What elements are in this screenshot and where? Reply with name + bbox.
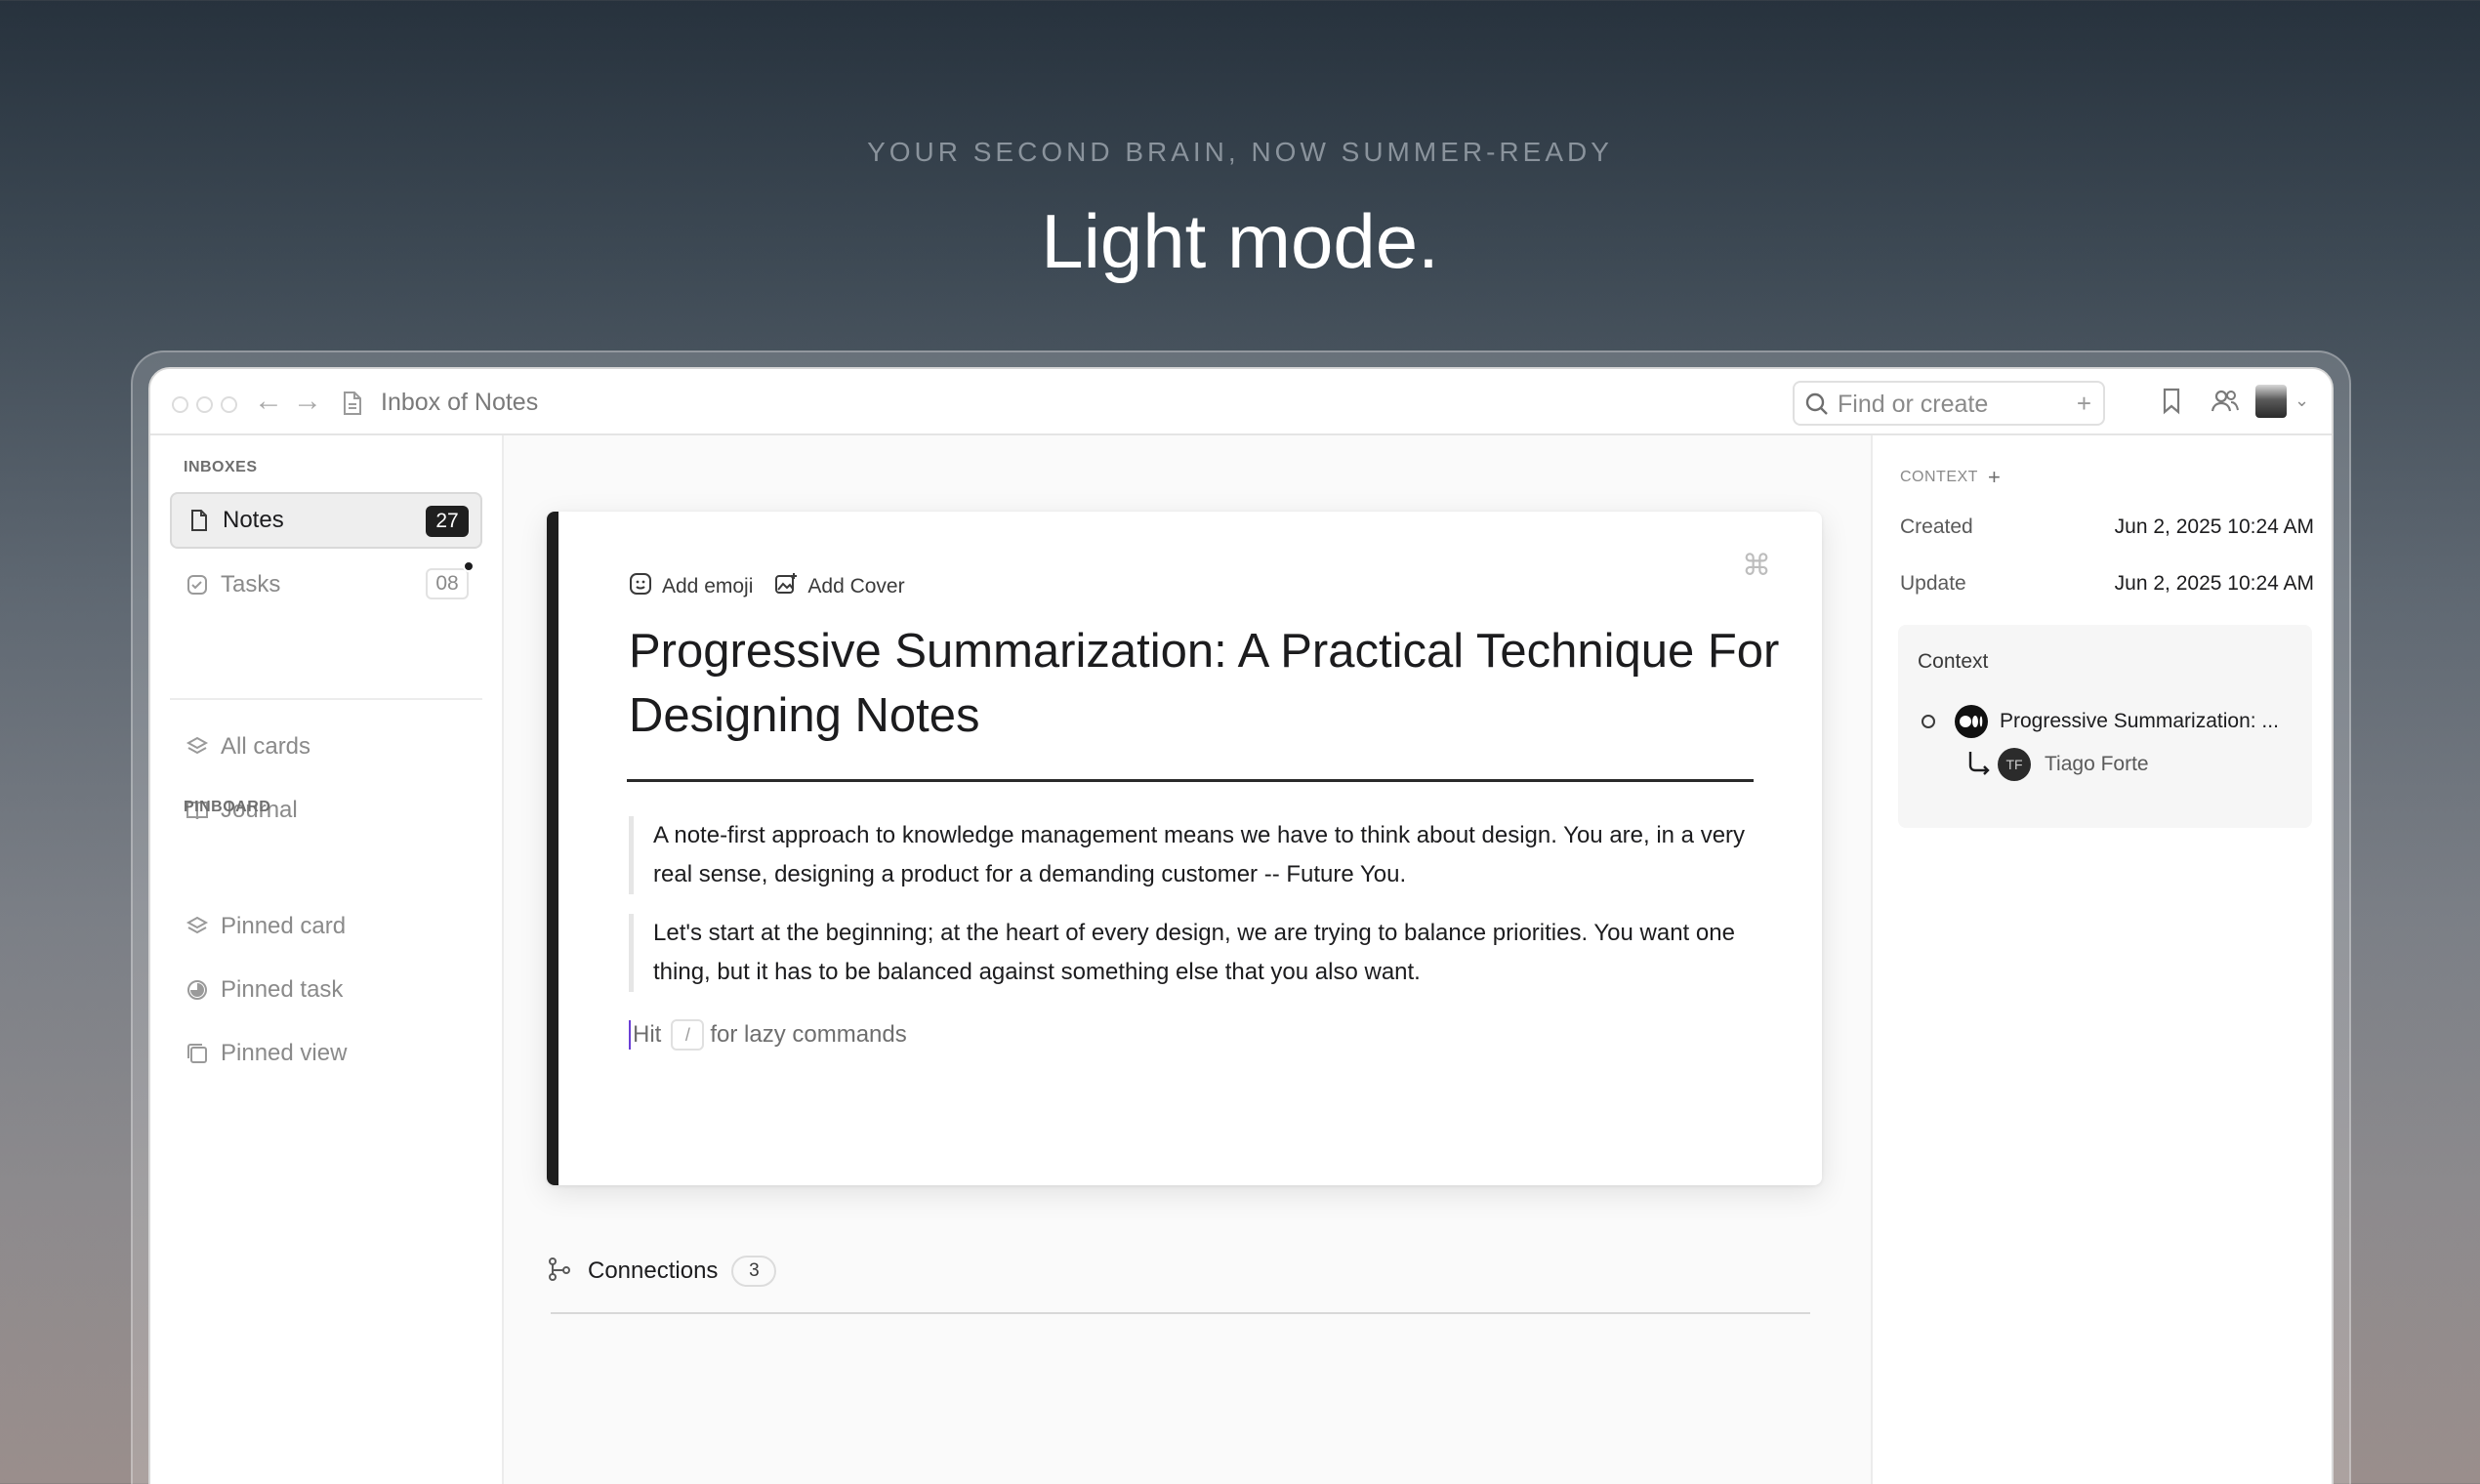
search-input[interactable] [1838, 389, 2062, 420]
inboxes-label: INBOXES [184, 459, 258, 475]
app-window: ← → Inbox of Notes + ⌄ INBOXES Note [148, 367, 2334, 1484]
slash-key: / [671, 1019, 705, 1051]
add-emoji-button[interactable]: Add emoji [629, 572, 753, 601]
sidebar-item-label: Pinned task [221, 976, 344, 1003]
context-item-author[interactable]: TF Tiago Forte [1966, 748, 2149, 781]
note-toolbar: Add emoji Add Cover [629, 572, 905, 601]
connections-header[interactable]: Connections 3 [547, 1256, 777, 1287]
sidebar-item-pinned-view[interactable]: Pinned view [170, 1025, 482, 1082]
text-cursor [629, 1020, 631, 1050]
sidebar-divider [170, 698, 482, 700]
close-window-button[interactable] [172, 396, 188, 413]
window-controls [172, 396, 237, 413]
note-card: Add emoji Add Cover ⌘ Progressive Summar… [547, 512, 1822, 1185]
sidebar-item-label: Tasks [221, 571, 281, 598]
tasks-count-badge: 08 [426, 568, 469, 599]
title-divider [627, 779, 1754, 782]
medium-logo-icon [1955, 705, 1988, 738]
progress-circle-icon [186, 978, 209, 1002]
add-emoji-label: Add emoji [662, 575, 754, 598]
hero-eyebrow: YOUR SECOND BRAIN, NOW SUMMER-READY [867, 137, 1613, 167]
editor-hint[interactable]: Hit / for lazy commands [629, 1019, 907, 1051]
sidebar-item-pinned-card[interactable]: Pinned card [170, 898, 482, 955]
context-item-label: Tiago Forte [2045, 753, 2149, 775]
copy-view-icon [186, 1042, 209, 1065]
minimize-window-button[interactable] [196, 396, 213, 413]
connections-divider [551, 1312, 1810, 1314]
sidebar-item-label: Pinned view [221, 1040, 348, 1066]
chevron-down-icon[interactable]: ⌄ [2294, 391, 2309, 411]
tree-branch-icon [1966, 750, 1990, 780]
maximize-window-button[interactable] [221, 396, 237, 413]
command-icon[interactable]: ⌘ [1742, 549, 1771, 583]
note-title[interactable]: Progressive Summarization: A Practical T… [629, 619, 1781, 748]
unread-dot [463, 560, 475, 572]
note-quote-1[interactable]: A note-first approach to knowledge manag… [629, 816, 1752, 894]
user-avatar[interactable] [2255, 385, 2287, 418]
update-value: Jun 2, 2025 10:24 AM [2114, 572, 2314, 595]
title-bar: ← → Inbox of Notes + ⌄ [150, 369, 2332, 435]
check-circle-icon [186, 573, 209, 597]
created-value: Jun 2, 2025 10:24 AM [2114, 515, 2314, 538]
smiley-icon [629, 572, 652, 601]
document-icon [187, 509, 211, 532]
breadcrumb[interactable]: Inbox of Notes [381, 389, 538, 417]
sidebar-item-label: All cards [221, 733, 311, 760]
context-item-article[interactable]: Progressive Summarization: ... [1922, 705, 2279, 738]
update-label: Update [1900, 572, 1966, 595]
sidebar-item-tasks[interactable]: Tasks 08 [170, 556, 482, 613]
main-content: Add emoji Add Cover ⌘ Progressive Summar… [504, 435, 1871, 1484]
forward-arrow-icon[interactable]: → [293, 387, 322, 416]
author-avatar: TF [1998, 748, 2031, 781]
context-box-title: Context [1918, 650, 1989, 673]
sidebar-item-label: Pinned card [221, 913, 347, 939]
image-add-icon [774, 572, 798, 601]
layers-icon [186, 915, 209, 938]
hero-title: Light mode. [1041, 198, 1439, 284]
back-arrow-icon[interactable]: ← [254, 387, 283, 416]
create-plus-icon[interactable]: + [2077, 389, 2091, 419]
pinboard-label: PINBOARD [184, 799, 271, 815]
sidebar-item-notes[interactable]: Notes 27 [170, 492, 482, 549]
bookmark-icon[interactable] [2160, 387, 2183, 421]
created-label: Created [1900, 515, 1973, 538]
connections-count-badge: 3 [731, 1256, 777, 1287]
document-icon [342, 391, 363, 421]
sidebar: INBOXES Notes 27 Tasks 08 All cards Jour… [150, 435, 504, 1484]
note-quote-2[interactable]: Let's start at the beginning; at the hea… [629, 914, 1752, 992]
hint-prefix: Hit [633, 1021, 662, 1048]
connections-label: Connections [588, 1257, 719, 1284]
sidebar-item-all-cards[interactable]: All cards [170, 719, 482, 775]
context-item-label: Progressive Summarization: ... [2000, 710, 2279, 732]
context-box: Context Progressive Summarization: ... T… [1898, 625, 2312, 828]
context-header: CONTEXT + [1900, 465, 2001, 490]
node-ring-icon [1922, 715, 1935, 728]
add-cover-button[interactable]: Add Cover [774, 572, 905, 601]
created-row: Created Jun 2, 2025 10:24 AM [1900, 515, 2314, 539]
add-context-button[interactable]: + [1988, 465, 2001, 490]
add-cover-label: Add Cover [807, 575, 905, 598]
sidebar-item-label: Notes [223, 507, 284, 533]
branch-icon [547, 1257, 572, 1287]
context-header-label: CONTEXT [1900, 469, 1978, 485]
notes-count-badge: 27 [426, 506, 469, 537]
sidebar-item-pinned-task[interactable]: Pinned task [170, 962, 482, 1018]
context-panel: CONTEXT + Created Jun 2, 2025 10:24 AM U… [1871, 435, 2332, 1484]
update-row: Update Jun 2, 2025 10:24 AM [1900, 572, 2314, 596]
search-icon [1804, 392, 1830, 422]
hint-suffix: for lazy commands [710, 1021, 907, 1048]
layers-icon [186, 735, 209, 759]
people-icon[interactable] [2211, 387, 2240, 421]
search-box[interactable]: + [1793, 381, 2105, 426]
